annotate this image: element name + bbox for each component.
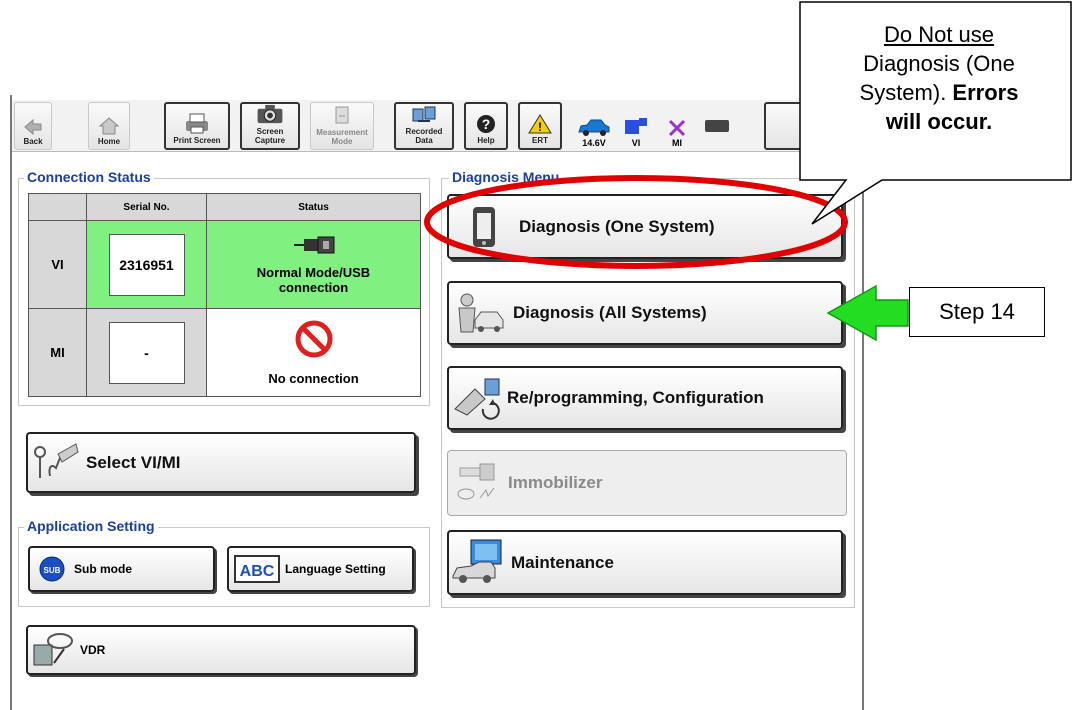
callout-line-2: Diagnosis (One [863, 51, 1015, 76]
step-label: Step 14 [939, 299, 1015, 324]
callout-text: Do Not use Diagnosis (One System). Error… [806, 20, 1072, 136]
callout-line-3b: Errors [952, 80, 1019, 105]
callout-line-3a: System). [859, 80, 953, 105]
red-circle-annotation [424, 175, 848, 269]
callout-line-1: Do Not use [883, 22, 995, 47]
callout-line-4: will occur. [885, 109, 993, 134]
step-label-box: Step 14 [909, 287, 1045, 337]
green-arrow-annotation [826, 284, 909, 342]
